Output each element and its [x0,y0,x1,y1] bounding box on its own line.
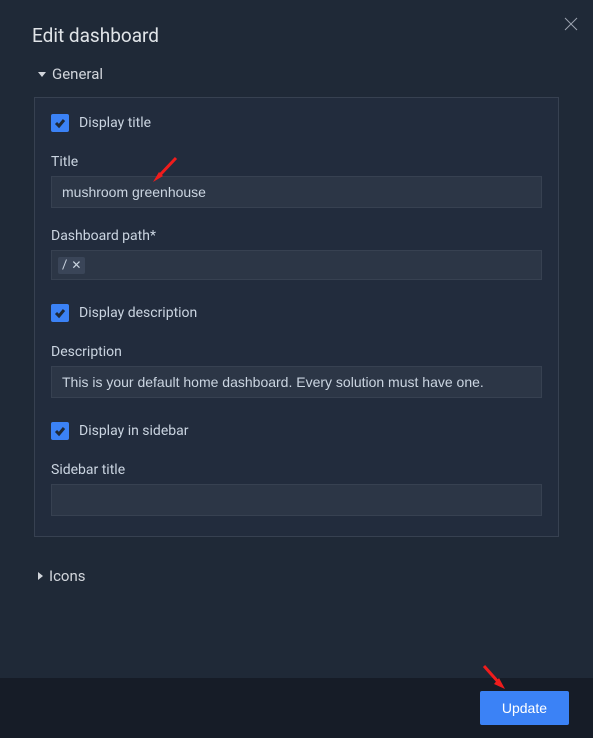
check-icon [54,425,66,437]
chevron-down-icon [38,72,46,77]
sidebar-title-label: Sidebar title [51,462,542,478]
display-description-checkbox[interactable] [51,304,69,322]
section-label: General [52,65,103,83]
close-icon [563,16,579,32]
check-icon [54,117,66,129]
close-button[interactable] [561,14,581,34]
description-input[interactable] [51,366,542,398]
description-label: Description [51,344,542,360]
display-title-checkbox[interactable] [51,114,69,132]
path-chip: / ✕ [58,257,85,274]
dashboard-path-label: Dashboard path* [51,228,542,244]
display-description-label: Display description [79,305,197,321]
section-header-icons[interactable]: Icons [0,561,593,591]
chip-remove-icon[interactable]: ✕ [71,259,81,271]
title-label: Title [51,154,542,170]
display-title-label: Display title [79,115,151,131]
edit-dashboard-dialog: Edit dashboard General Display title Tit… [0,0,593,738]
path-chip-text: / [62,258,67,273]
update-button[interactable]: Update [480,691,569,725]
general-panel: Display title Title Dashboard path* / ✕ [34,97,559,537]
section-label: Icons [49,567,86,585]
dashboard-path-input[interactable]: / ✕ [51,250,542,280]
dialog-title: Edit dashboard [0,0,593,59]
title-input[interactable] [51,176,542,208]
section-header-general[interactable]: General [0,59,593,89]
display-sidebar-label: Display in sidebar [79,423,188,439]
sidebar-title-input[interactable] [51,484,542,516]
dialog-footer: Update [0,678,593,738]
check-icon [54,307,66,319]
chevron-right-icon [38,572,43,580]
display-sidebar-checkbox[interactable] [51,422,69,440]
